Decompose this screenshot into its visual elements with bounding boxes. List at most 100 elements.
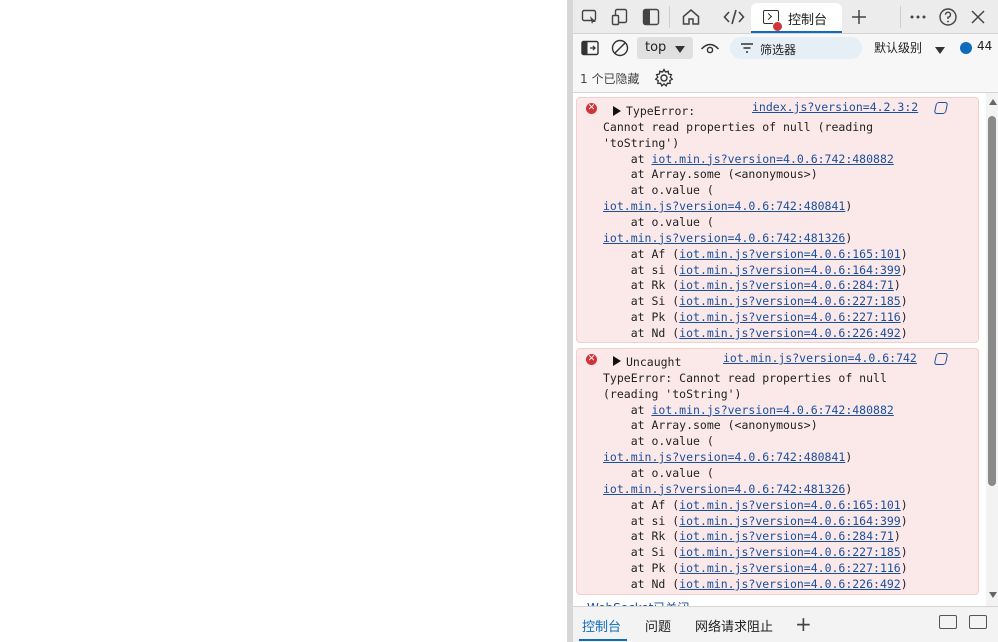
stack-line[interactable]: iot.min.js?version=4.0.6:742:480841)	[603, 199, 852, 215]
stack-line[interactable]: iot.min.js?version=4.0.6:742:481326)	[603, 231, 852, 247]
stack-line-suffix: )	[845, 450, 853, 465]
message-source-link[interactable]: iot.min.js?version=4.0.6:742	[723, 351, 917, 367]
stack-line[interactable]: at si (iot.min.js?version=4.0.6:164:399)	[603, 263, 908, 279]
stack-line: at o.value (	[603, 434, 714, 449]
stack-frame-link[interactable]: iot.min.js?version=4.0.6:227:116	[679, 561, 901, 575]
drawer-tab-console[interactable]: 控制台	[582, 616, 621, 635]
help-icon[interactable]	[937, 6, 959, 28]
home-icon[interactable]	[680, 6, 702, 28]
stack-line[interactable]: at Nd (iot.min.js?version=4.0.6:226:492)	[603, 326, 908, 342]
stack-line[interactable]: at iot.min.js?version=4.0.6:742:480882	[603, 152, 894, 168]
stack-line-prefix: at Si (	[603, 294, 680, 309]
dock-drawer-icon[interactable]	[939, 615, 957, 629]
filter-input[interactable]: 筛选器	[730, 37, 862, 59]
drawer-add-tab-icon[interactable]: +	[795, 612, 812, 636]
stack-frame-link[interactable]: iot.min.js?version=4.0.6:742:480841	[603, 199, 845, 213]
stack-frame-link[interactable]: iot.min.js?version=4.0.6:742:480882	[651, 152, 893, 166]
stack-frame-link[interactable]: iot.min.js?version=4.0.6:742:481326	[603, 231, 845, 245]
stack-line: at o.value (	[603, 183, 714, 198]
stack-line-suffix: )	[845, 230, 853, 245]
hidden-count-text: 1 个已隐藏	[580, 72, 640, 86]
clear-console-icon[interactable]	[609, 37, 631, 59]
scrollbar-thumb[interactable]	[988, 116, 996, 486]
stack-line: Uncaught	[626, 355, 682, 369]
stack-frame-link[interactable]: iot.min.js?version=4.0.6:227:185	[679, 545, 901, 559]
stack-frame-link[interactable]: iot.min.js?version=4.0.6:164:399	[679, 514, 901, 528]
stack-frame-link[interactable]: iot.min.js?version=4.0.6:742:481326	[603, 482, 845, 496]
toggle-sidebar-icon[interactable]	[640, 6, 662, 28]
stack-line-prefix: at Rk (	[603, 278, 680, 293]
message-source-link[interactable]: index.js?version=4.2.3:2	[752, 100, 918, 116]
stack-frame-link[interactable]: iot.min.js?version=4.0.6:165:101	[679, 247, 901, 261]
show-sidebar-icon[interactable]	[579, 37, 601, 59]
device-emulation-icon[interactable]	[609, 6, 631, 28]
stack-line-suffix: )	[900, 262, 908, 277]
inspect-element-icon[interactable]	[579, 6, 601, 28]
stack-line[interactable]: at Nd (iot.min.js?version=4.0.6:226:492)	[603, 577, 908, 593]
live-expression-eye-icon[interactable]	[699, 37, 721, 59]
close-devtools-icon[interactable]	[967, 6, 989, 28]
stack-line[interactable]: at Si (iot.min.js?version=4.0.6:227:185)	[603, 294, 908, 310]
scroll-up-arrow-icon[interactable]	[989, 99, 997, 105]
console-settings-gear-icon[interactable]	[653, 67, 675, 89]
stack-frame-link[interactable]: iot.min.js?version=4.0.6:164:399	[679, 263, 901, 277]
stack-frame-link[interactable]: iot.min.js?version=4.0.6:165:101	[679, 498, 901, 512]
stack-line: at o.value (	[603, 214, 714, 229]
message-count[interactable]: 44	[977, 39, 992, 53]
stack-line-suffix: )	[845, 199, 853, 214]
stack-line[interactable]: at Si (iot.min.js?version=4.0.6:227:185)	[603, 545, 908, 561]
elements-tab-icon[interactable]	[723, 6, 745, 28]
stack-line[interactable]: at Pk (iot.min.js?version=4.0.6:227:116)	[603, 310, 908, 326]
hidden-messages-row: 1 个已隐藏	[573, 64, 998, 93]
stack-frame-link[interactable]: iot.min.js?version=4.0.6:742:480841	[603, 450, 845, 464]
console-error-message[interactable]: ✕ index.js?version=4.2.3:2 TypeError: Can…	[576, 97, 979, 343]
stack-line[interactable]: at Af (iot.min.js?version=4.0.6:165:101)	[603, 498, 908, 514]
context-selector[interactable]: top	[637, 37, 693, 59]
more-options-icon[interactable]	[907, 6, 929, 28]
stack-line-prefix: at Rk (	[603, 529, 680, 544]
stack-line: 'toString')	[603, 135, 680, 150]
stack-line-suffix: )	[900, 576, 908, 591]
stack-frame-link[interactable]: iot.min.js?version=4.0.6:284:71	[679, 529, 894, 543]
scroll-down-arrow-icon[interactable]	[989, 592, 997, 598]
filter-icon	[741, 43, 753, 53]
stack-line[interactable]: at Rk (iot.min.js?version=4.0.6:284:71)	[603, 278, 901, 294]
stack-line[interactable]: at Rk (iot.min.js?version=4.0.6:284:71)	[603, 529, 901, 545]
stack-line-suffix: )	[900, 246, 908, 261]
console-output: ✕ index.js?version=4.2.3:2 TypeError: Can…	[573, 93, 998, 606]
console-error-message[interactable]: ✕ iot.min.js?version=4.0.6:742 Uncaught T…	[576, 348, 979, 595]
stack-line[interactable]: at Pk (iot.min.js?version=4.0.6:227:116)	[603, 561, 908, 577]
open-in-sources-icon[interactable]	[933, 102, 949, 114]
stack-line[interactable]: iot.min.js?version=4.0.6:742:480841)	[603, 450, 852, 466]
stack-line-suffix: )	[900, 545, 908, 560]
stack-line[interactable]: iot.min.js?version=4.0.6:742:481326)	[603, 482, 852, 498]
stack-frame-link[interactable]: iot.min.js?version=4.0.6:226:492	[679, 577, 901, 591]
log-levels-dropdown[interactable]: 默认级别	[874, 39, 922, 56]
stack-line[interactable]: at iot.min.js?version=4.0.6:742:480882	[603, 403, 894, 419]
stack-line[interactable]: at si (iot.min.js?version=4.0.6:164:399)	[603, 514, 908, 530]
drawer-tab-issues[interactable]: 问题	[645, 616, 671, 635]
tab-divider	[669, 6, 670, 28]
drawer-tab-network-request-blocking[interactable]: 网络请求阻止	[695, 616, 773, 635]
stack-frame-link[interactable]: iot.min.js?version=4.0.6:742:480882	[651, 403, 893, 417]
close-drawer-icon[interactable]	[969, 615, 987, 629]
stack-line[interactable]: at Af (iot.min.js?version=4.0.6:165:101)	[603, 247, 908, 263]
stack-line: TypeError: Cannot read properties of nul…	[603, 370, 887, 385]
console-scrollbar[interactable]	[986, 93, 998, 606]
stack-frame-link[interactable]: iot.min.js?version=4.0.6:227:185	[679, 294, 901, 308]
stack-frame-link[interactable]: iot.min.js?version=4.0.6:284:71	[679, 278, 894, 292]
webpage-content-area	[0, 0, 567, 642]
stack-line-suffix: )	[900, 325, 908, 340]
tab-console[interactable]: 控制台	[751, 3, 842, 33]
stack-line-suffix: )	[893, 278, 901, 293]
stack-line-prefix: at Nd (	[603, 576, 680, 591]
open-in-sources-icon[interactable]	[933, 353, 949, 365]
expand-triangle-icon[interactable]	[613, 356, 621, 366]
stack-frame-link[interactable]: iot.min.js?version=4.0.6:226:492	[679, 326, 901, 340]
message-count-icon[interactable]	[960, 42, 972, 54]
stack-frame-link[interactable]: iot.min.js?version=4.0.6:227:116	[679, 310, 901, 324]
stack-line: TypeError:	[626, 104, 696, 118]
add-tab-icon[interactable]	[848, 6, 870, 28]
expand-triangle-icon[interactable]	[613, 106, 621, 116]
devtools-tab-bar: 控制台	[573, 0, 998, 34]
